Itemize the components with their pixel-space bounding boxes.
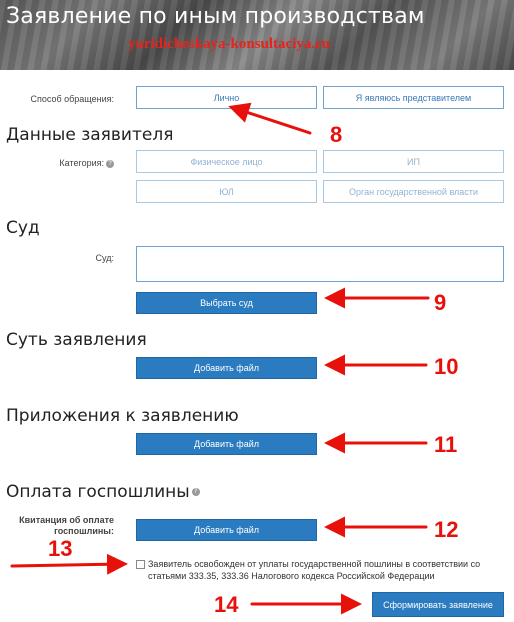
arrow-13 [10,553,128,575]
annotation-number-11: 11 [434,432,458,457]
arrow-8 [228,102,312,135]
annotation-number-9: 9 [434,290,447,315]
annotation-number-14: 14 [214,592,239,617]
annotation-number-12: 12 [434,517,459,542]
annotation-number-10: 10 [434,354,459,379]
annotation-number-13: 13 [48,536,73,561]
annotation-number-8: 8 [330,122,343,147]
